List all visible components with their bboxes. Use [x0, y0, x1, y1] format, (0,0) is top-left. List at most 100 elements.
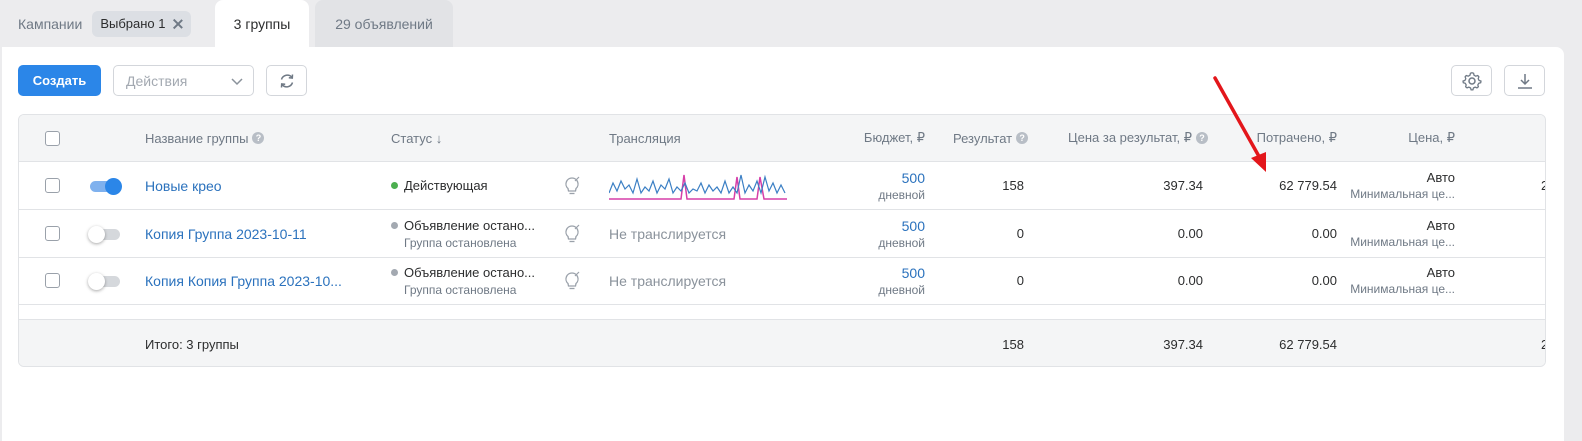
price-cell: Авто Минимальная це... [1349, 257, 1455, 304]
group-toggle[interactable] [88, 177, 122, 195]
price-value: Авто [1426, 170, 1455, 185]
price-subtext: Минимальная це... [1350, 282, 1455, 296]
toggle-knob [105, 177, 122, 195]
tab-ads[interactable]: 29 объявлений [315, 0, 453, 47]
row-checkbox[interactable] [45, 273, 60, 288]
status-text: Действующая [404, 178, 488, 193]
result-value: 0 [1016, 226, 1024, 241]
lightbulb-icon[interactable] [563, 224, 581, 244]
budget-value[interactable]: 500 [902, 218, 925, 234]
header-name[interactable]: Название группы ? [145, 115, 265, 161]
status-cell: Объявление остано... Группа остановлена [391, 210, 535, 257]
budget-period: дневной [878, 282, 925, 297]
broadcast-status: Не транслируется [609, 225, 727, 242]
header-cost-per-result-label: Цена за результат, ₽ [1068, 130, 1192, 145]
table-row[interactable]: Новые крео Действующая 500 дневной 158 3… [19, 162, 1545, 210]
group-name-link[interactable]: Новые крео [145, 178, 222, 194]
tab-groups[interactable]: 3 группы [215, 0, 309, 47]
budget-value[interactable]: 500 [902, 265, 925, 281]
budget-period: дневной [878, 235, 925, 250]
header-result[interactable]: Результат ? [953, 115, 1029, 161]
status-dot [391, 221, 398, 229]
download-button[interactable] [1504, 65, 1545, 96]
result-value: 0 [1016, 273, 1024, 288]
tab-bar: Кампании Выбрано 1 3 группы 29 объявлени… [0, 0, 1582, 47]
main-panel: Создать Действия Название группы ? Стату… [2, 47, 1564, 441]
status-text: Объявление остано... [404, 217, 536, 233]
help-icon[interactable]: ? [1016, 132, 1029, 144]
tab-campaigns[interactable]: Кампании Выбрано 1 [2, 0, 208, 47]
row-checkbox[interactable] [45, 226, 60, 241]
row-checkbox[interactable] [45, 178, 60, 193]
overflow-value: 2 [1541, 162, 1545, 209]
actions-select-placeholder: Действия [126, 72, 188, 89]
group-toggle[interactable] [88, 272, 122, 290]
selected-chip[interactable]: Выбрано 1 [92, 10, 192, 37]
close-icon[interactable] [173, 19, 183, 29]
tip-cell [563, 210, 581, 257]
broadcast-sparkline [609, 174, 787, 200]
download-icon [1517, 73, 1532, 89]
table-header: Название группы ? Статус ↓ Трансляция Бю… [19, 115, 1545, 162]
group-name-link[interactable]: Копия Группа 2023-10-11 [145, 226, 307, 242]
help-icon[interactable]: ? [252, 132, 265, 144]
toggle-cell [88, 162, 122, 209]
group-name-cell: Копия Группа 2023-10-11 [145, 210, 307, 257]
row-checkbox-cell [45, 162, 60, 209]
total-overflow: 2 [1541, 320, 1545, 366]
toggle-knob [88, 225, 105, 243]
total-result: 158 [1002, 336, 1024, 352]
header-broadcast-label: Трансляция [609, 130, 681, 146]
select-all-checkbox[interactable] [45, 130, 60, 146]
price-subtext: Минимальная це... [1350, 187, 1455, 201]
header-price[interactable]: Цена, ₽ [1349, 115, 1455, 161]
broadcast-sparkline-cell [609, 162, 789, 209]
price-cell: Авто Минимальная це... [1349, 210, 1455, 257]
header-budget[interactable]: Бюджет, ₽ [799, 115, 925, 161]
toggle-cell [88, 257, 122, 304]
row-checkbox-cell [45, 210, 60, 257]
create-button[interactable]: Создать [18, 65, 101, 96]
cost-per-result-value: 0.00 [1177, 226, 1203, 241]
header-status-label: Статус ↓ [391, 130, 443, 146]
chevron-down-icon [231, 78, 243, 86]
header-status[interactable]: Статус ↓ [391, 115, 442, 161]
total-spent: 62 779.54 [1279, 336, 1337, 352]
price-value: Авто [1426, 265, 1455, 280]
group-name-cell: Новые крео [145, 162, 222, 209]
header-cost-per-result[interactable]: Цена за результат, ₽ ? [1068, 115, 1208, 161]
table-row[interactable]: Копия Копия Группа 2023-10... Объявление… [19, 257, 1545, 305]
total-cost-per-result: 397.34 [1163, 336, 1203, 352]
settings-button[interactable] [1451, 65, 1492, 96]
actions-select[interactable]: Действия [113, 65, 254, 96]
total-label: Итого: 3 группы [145, 336, 239, 352]
status-cell: Действующая [391, 162, 488, 209]
group-name-cell: Копия Копия Группа 2023-10... [145, 257, 342, 304]
row-checkbox-cell [45, 257, 60, 304]
tab-ads-label: 29 объявлений [335, 15, 433, 32]
spent-value: 0.00 [1311, 273, 1337, 288]
table-row[interactable]: Копия Группа 2023-10-11 Объявление остан… [19, 210, 1545, 258]
budget-value[interactable]: 500 [902, 170, 925, 186]
status-dot [391, 182, 398, 189]
header-budget-label: Бюджет, ₽ [863, 130, 925, 145]
annotation-arrow [1213, 76, 1266, 172]
price-value: Авто [1426, 218, 1455, 233]
lightbulb-icon[interactable] [563, 176, 581, 196]
tab-campaigns-label: Кампании [18, 15, 83, 32]
cost-per-result-value: 397.34 [1163, 178, 1203, 193]
status-cell: Объявление остано... Группа остановлена [391, 257, 535, 304]
status-subtext: Группа остановлена [404, 282, 517, 297]
refresh-button[interactable] [266, 65, 307, 96]
status-dot [391, 268, 398, 276]
group-name-link[interactable]: Копия Копия Группа 2023-10... [145, 273, 342, 289]
header-price-label: Цена, ₽ [1408, 130, 1455, 145]
tab-groups-label: 3 группы [233, 15, 291, 32]
lightbulb-icon[interactable] [563, 271, 581, 291]
price-cell: Авто Минимальная це... [1349, 162, 1455, 209]
header-broadcast[interactable]: Трансляция [609, 115, 681, 161]
toggle-cell [88, 210, 122, 257]
group-toggle[interactable] [88, 225, 122, 243]
toggle-knob [88, 272, 105, 290]
budget-cell: 500 дневной [799, 210, 925, 257]
